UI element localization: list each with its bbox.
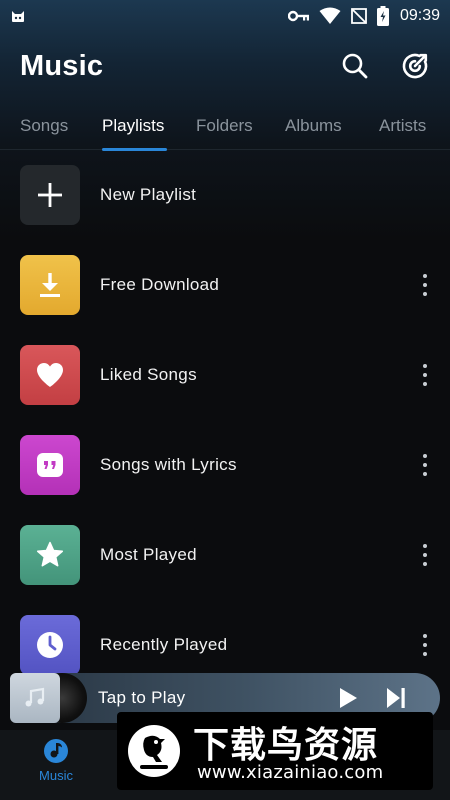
heart-icon	[37, 363, 63, 387]
more-options-button[interactable]	[416, 361, 434, 389]
search-icon	[342, 53, 368, 79]
tab-albums[interactable]: Albums	[285, 116, 342, 136]
tab-playlists[interactable]: Playlists	[102, 116, 164, 136]
tile	[20, 165, 80, 225]
track-title: Tap to Play	[98, 688, 186, 707]
list-item-label: Free Download	[100, 275, 220, 294]
status-time: 09:39	[399, 7, 440, 24]
list-item-label: New Playlist	[100, 185, 197, 204]
watermark-overlay: 下载鸟资源 www.xiazainiao.com	[117, 712, 433, 790]
more-options-button[interactable]	[416, 451, 434, 479]
more-options-button[interactable]	[416, 541, 434, 569]
page-title: Music	[20, 49, 104, 82]
wifi-icon	[319, 7, 341, 24]
clock-icon	[37, 632, 63, 658]
star-icon	[36, 541, 64, 567]
music-disc-icon	[44, 739, 68, 763]
app-notification-icon	[12, 11, 24, 22]
tab-bar: Songs Playlists Folders Albums Artists	[0, 104, 450, 151]
next-track-button[interactable]	[382, 684, 410, 712]
download-icon	[40, 273, 60, 297]
list-item-songs-with-lyrics[interactable]: Songs with Lyrics	[0, 420, 450, 510]
tile	[20, 345, 80, 405]
key-icon	[287, 10, 309, 22]
search-button[interactable]	[340, 51, 370, 81]
album-art	[10, 673, 60, 723]
list-item-new-playlist[interactable]: New Playlist	[0, 150, 450, 240]
tab-artists[interactable]: Artists	[379, 116, 426, 136]
music-app: 09:39 Music Songs Playlists Folders Albu…	[0, 0, 450, 800]
tab-folders[interactable]: Folders	[196, 116, 253, 136]
list-item-label: Songs with Lyrics	[100, 455, 237, 474]
music-note-icon	[25, 687, 45, 707]
status-bar: 09:39	[0, 0, 450, 32]
list-item-label: Liked Songs	[100, 365, 197, 384]
quote-icon	[37, 453, 63, 477]
battery-charging-icon	[376, 6, 389, 26]
header-actions	[340, 51, 430, 81]
tile	[20, 435, 80, 495]
list-item-free-download[interactable]: Free Download	[0, 240, 450, 330]
more-options-button[interactable]	[416, 271, 434, 299]
play-button[interactable]	[334, 684, 362, 712]
playlist-list: New Playlist Free Download Liked Songs S…	[0, 150, 450, 690]
app-header: Music	[0, 40, 450, 92]
list-item-label: Most Played	[100, 545, 197, 564]
skip-next-icon	[387, 688, 405, 708]
equalizer-button[interactable]	[400, 51, 430, 81]
watermark-title: 下载鸟资源	[193, 725, 379, 766]
tile	[20, 255, 80, 315]
tile	[20, 615, 80, 675]
list-item-label: Recently Played	[100, 635, 228, 654]
nav-item-music[interactable]: Music	[20, 738, 92, 798]
tab-songs[interactable]: Songs	[20, 116, 68, 136]
list-item-most-played[interactable]: Most Played	[0, 510, 450, 600]
equalizer-icon	[402, 53, 428, 79]
play-icon	[340, 688, 357, 708]
status-icons: 09:39	[287, 6, 440, 26]
plus-icon	[38, 183, 62, 207]
more-options-button[interactable]	[416, 631, 434, 659]
tile	[20, 525, 80, 585]
watermark-url: www.xiazainiao.com	[197, 762, 384, 783]
bird-logo-icon	[128, 725, 180, 777]
no-sim-icon	[351, 8, 367, 24]
nav-label: Music	[39, 768, 73, 783]
list-item-liked-songs[interactable]: Liked Songs	[0, 330, 450, 420]
